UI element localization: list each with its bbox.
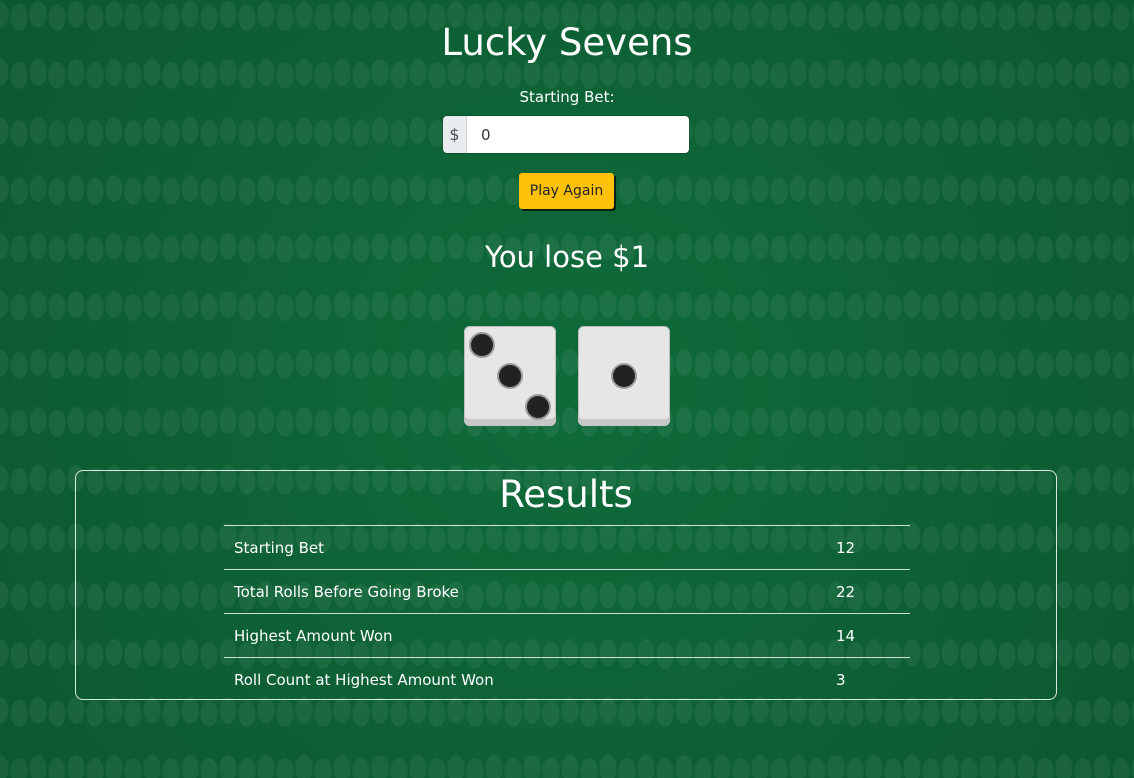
results-title: Results [499, 473, 633, 516]
results-row-value: 3 [826, 657, 910, 701]
results-row-value: 22 [826, 569, 910, 614]
results-row-label: Total Rolls Before Going Broke [224, 569, 826, 614]
results-panel: Results Starting Bet 12 Total Rolls Befo… [75, 470, 1057, 701]
dollar-sign-addon: $ [443, 116, 467, 153]
results-row-label: Roll Count at Highest Amount Won [224, 657, 826, 701]
starting-bet-input[interactable] [467, 116, 689, 153]
roll-result-message: You lose $1 [484, 240, 650, 274]
die-2 [578, 326, 670, 426]
results-table: Starting Bet 12 Total Rolls Before Going… [224, 525, 910, 701]
starting-bet-input-group: $ [443, 116, 689, 153]
starting-bet-label: Starting Bet: [519, 88, 615, 106]
results-row-starting-bet: Starting Bet 12 [224, 525, 910, 570]
die-1 [464, 326, 556, 426]
die-pip [499, 365, 521, 387]
game-title: Lucky Sevens [441, 21, 693, 64]
dice-area [0, 326, 1134, 428]
results-row-highest-amount-won: Highest Amount Won 14 [224, 613, 910, 658]
results-row-total-rolls: Total Rolls Before Going Broke 22 [224, 569, 910, 614]
results-row-label: Starting Bet [224, 525, 826, 570]
die-pip [613, 365, 635, 387]
results-row-value: 14 [826, 613, 910, 658]
results-row-roll-count-at-highest: Roll Count at Highest Amount Won 3 [224, 657, 910, 701]
die-pip [471, 334, 493, 356]
results-row-value: 12 [826, 525, 910, 570]
play-again-button[interactable]: Play Again [519, 173, 614, 209]
results-row-label: Highest Amount Won [224, 613, 826, 658]
die-pip [527, 396, 549, 418]
